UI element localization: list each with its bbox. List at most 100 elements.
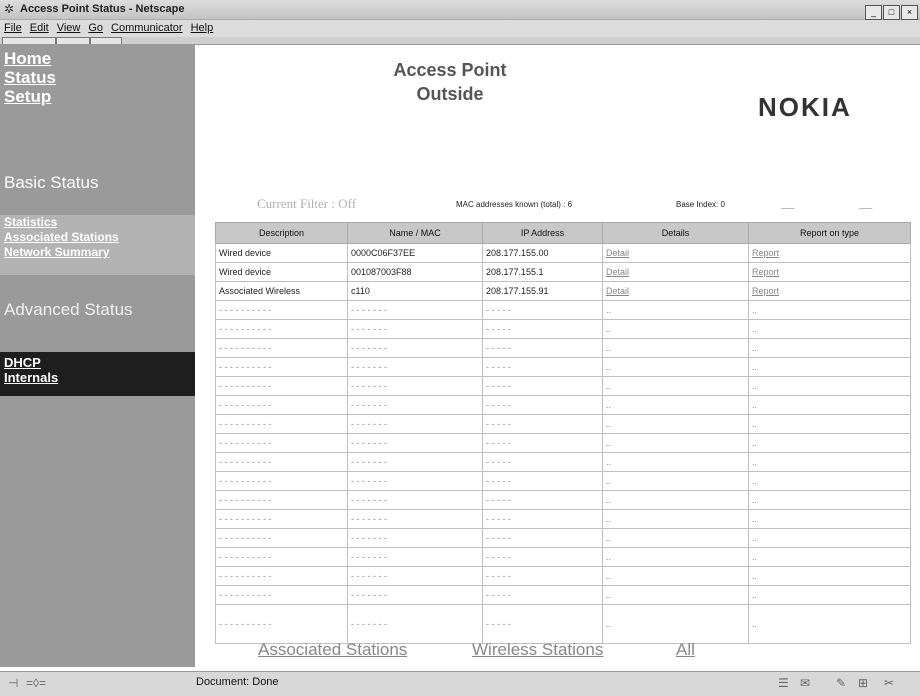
toolbar-tab[interactable] [90, 37, 122, 44]
empty-cell: .. [602, 433, 749, 453]
cell-mac: 0000C06F37EE [347, 243, 483, 263]
empty-cell: - - - - - [482, 471, 603, 491]
table-row-empty: - - - - - - - - - -- - - - - - -- - - - … [215, 300, 911, 320]
page-title-line1: Access Point [393, 60, 507, 80]
empty-cell: - - - - - [482, 604, 603, 644]
empty-cell: - - - - - - - - - - [215, 452, 348, 472]
col-name-mac: Name / MAC [347, 222, 483, 244]
tools-icon[interactable]: ✂ [884, 676, 894, 690]
menu-view[interactable]: View [53, 20, 85, 34]
cell-ip: 208.177.155.91 [482, 281, 603, 301]
detail-link[interactable]: Detail [602, 262, 749, 282]
menu-communicator[interactable]: Communicator [107, 20, 187, 34]
empty-cell: .. [602, 357, 749, 377]
empty-cell: .. [748, 376, 911, 396]
empty-cell: .. [602, 338, 749, 358]
empty-rows: - - - - - - - - - -- - - - - - -- - - - … [215, 300, 911, 644]
empty-cell: - - - - - - - - - - [215, 490, 348, 510]
internals-link[interactable]: Internals [4, 370, 195, 385]
wireless-stations-filter-link[interactable]: Wireless Stations [472, 640, 603, 660]
report-link[interactable]: Report [748, 262, 911, 282]
menu-edit[interactable]: Edit [26, 20, 53, 34]
cell-mac: c110 [347, 281, 483, 301]
table-row-empty: - - - - - - - - - -- - - - - - -- - - - … [215, 566, 911, 586]
empty-cell: .. [602, 509, 749, 529]
menu-go[interactable]: Go [84, 20, 107, 34]
empty-cell: - - - - - - - [347, 357, 483, 377]
page-title-line2: Outside [416, 84, 484, 104]
security-icon[interactable]: ⊣ [8, 676, 18, 690]
prev-page-link[interactable] [781, 200, 794, 209]
associated-stations-link[interactable]: Associated Stations [4, 230, 195, 245]
navigator-icon[interactable]: ☰ [778, 676, 789, 690]
detail-link[interactable]: Detail [602, 281, 749, 301]
empty-cell: .. [748, 490, 911, 510]
empty-cell: - - - - - [482, 528, 603, 548]
empty-cell: - - - - - - - [347, 547, 483, 567]
nav-home-link[interactable]: Home [4, 49, 56, 68]
empty-cell: - - - - - - - - - - [215, 414, 348, 434]
network-summary-link[interactable]: Network Summary [4, 245, 195, 260]
empty-cell: - - - - - - - - - - [215, 357, 348, 377]
cell-mac: 001087003F88 [347, 262, 483, 282]
empty-cell: .. [602, 566, 749, 586]
table-row: Wired device 0000C06F37EE 208.177.155.00… [215, 243, 911, 263]
menu-bar: File Edit View Go Communicator Help [0, 20, 920, 37]
page-title: Access Point Outside [360, 58, 540, 106]
empty-cell: - - - - - - - [347, 585, 483, 605]
col-description: Description [215, 222, 348, 244]
table-row-empty: - - - - - - - - - -- - - - - - -- - - - … [215, 604, 911, 644]
empty-cell: - - - - - - - - - - [215, 433, 348, 453]
basic-status-heading: Basic Status [4, 173, 99, 192]
empty-cell: .. [602, 471, 749, 491]
nav-status-link[interactable]: Status [4, 68, 56, 87]
empty-cell: - - - - - [482, 300, 603, 320]
empty-cell: - - - - - [482, 490, 603, 510]
report-link[interactable]: Report [748, 243, 911, 263]
empty-cell: - - - - - - - - - - [215, 528, 348, 548]
table-row-empty: - - - - - - - - - -- - - - - - -- - - - … [215, 471, 911, 491]
next-page-link[interactable] [859, 200, 872, 209]
netscape-icon: ✲ [4, 2, 15, 16]
current-filter-label: Current Filter : Off [257, 196, 357, 211]
nav-setup-link[interactable]: Setup [4, 87, 56, 106]
statistics-link[interactable]: Statistics [4, 215, 195, 230]
empty-cell: - - - - - - - - - - [215, 471, 348, 491]
table-row-empty: - - - - - - - - - -- - - - - - -- - - - … [215, 547, 911, 567]
col-details: Details [602, 222, 749, 244]
report-link[interactable]: Report [748, 281, 911, 301]
table-header-row: Description Name / MAC IP Address Detail… [215, 222, 911, 244]
sidebar: Home Status Setup Basic Status Statistic… [0, 45, 195, 667]
empty-cell: .. [748, 452, 911, 472]
close-button[interactable]: × [901, 5, 918, 20]
address-book-icon[interactable]: ⊞ [858, 676, 868, 690]
menu-file[interactable]: File [0, 20, 26, 34]
cell-description: Associated Wireless [215, 281, 348, 301]
associated-stations-filter-link[interactable]: Associated Stations [258, 640, 407, 660]
menu-help[interactable]: Help [187, 20, 218, 34]
collapsed-toolbars[interactable] [0, 37, 920, 45]
mail-icon[interactable]: ✉ [800, 676, 810, 690]
empty-cell: .. [748, 319, 911, 339]
empty-cell: - - - - - - - [347, 433, 483, 453]
window-titlebar: ✲ Access Point Status - Netscape _ □ × [0, 0, 920, 20]
minimize-button[interactable]: _ [865, 5, 882, 20]
empty-cell: .. [748, 547, 911, 567]
stations-table: Description Name / MAC IP Address Detail… [215, 222, 911, 644]
filter-row: Current Filter : Off MAC addresses known… [215, 196, 915, 214]
maximize-button[interactable]: □ [883, 5, 900, 20]
detail-link[interactable]: Detail [602, 243, 749, 263]
toolbar-tab[interactable] [56, 37, 90, 44]
all-filter-link[interactable]: All [676, 640, 695, 660]
composer-icon[interactable]: ✎ [836, 676, 846, 690]
empty-cell: .. [602, 604, 749, 644]
dhcp-link[interactable]: DHCP [4, 355, 195, 370]
table-row-empty: - - - - - - - - - -- - - - - - -- - - - … [215, 509, 911, 529]
empty-cell: - - - - - - - - - - [215, 585, 348, 605]
empty-cell: - - - - - - - [347, 509, 483, 529]
empty-cell: - - - - - - - - - - [215, 509, 348, 529]
empty-cell: - - - - - - - - - - [215, 604, 348, 644]
toolbar-tab[interactable] [2, 37, 56, 44]
empty-cell: .. [602, 414, 749, 434]
cell-ip: 208.177.155.1 [482, 262, 603, 282]
